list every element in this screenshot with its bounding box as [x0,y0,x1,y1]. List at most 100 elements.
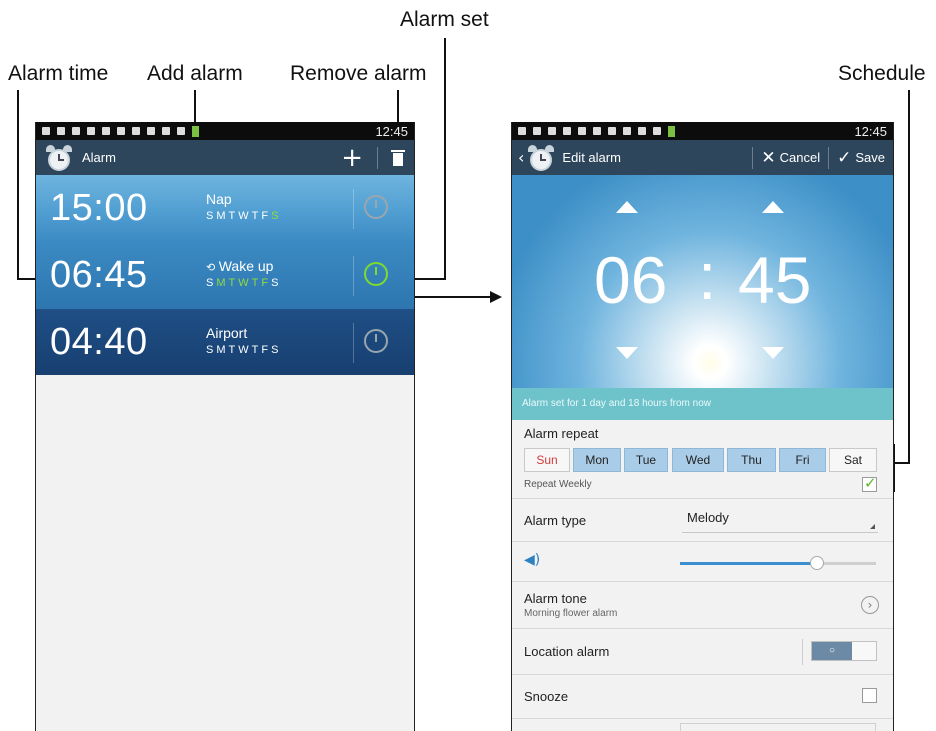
volume-row: ◀) [512,542,893,582]
day-letter: T [251,210,262,222]
check-icon: ✓ [837,147,852,168]
minute-display[interactable]: 45 [738,242,811,318]
volume-slider[interactable] [680,556,876,570]
repeat-weekly-checkbox[interactable] [862,474,877,492]
callout-alarm-time: Alarm time [8,62,109,85]
alarm-type-select[interactable]: Melody [682,505,878,533]
day-button-fri[interactable]: Fri [779,448,826,472]
alarm-name: Nap [206,191,232,207]
minute-down-arrow-icon[interactable] [762,347,784,359]
day-letter: W [238,277,252,289]
day-button-tue[interactable]: Tue [624,448,668,472]
leader-schedule-v [908,90,910,464]
location-alarm-row: Location alarm ○ [512,629,893,675]
day-letter: S [206,344,217,356]
app-title: Alarm [82,150,116,165]
minute-up-arrow-icon[interactable] [762,201,784,213]
alarm-time: 04:40 [50,321,148,363]
chevron-right-icon[interactable]: › [861,596,879,614]
day-letter: W [238,210,252,222]
alarm-item-wake-up[interactable]: 06:45 ⟲ Wake up SMTWTFS [36,242,414,309]
edit-header: ‹ Edit alarm ✕ Cancel ✓ Save [512,140,893,175]
alarm-tone-label: Alarm tone [524,591,587,606]
day-letter: W [238,344,252,356]
back-chevron-icon[interactable]: ‹ [518,148,524,167]
edit-alarm-screen: 12:45 ‹ Edit alarm ✕ Cancel ✓ Save 06 : … [511,122,894,731]
alarm-repeat-label: Alarm repeat [524,426,599,441]
day-letter: T [228,344,239,356]
next-setting-row [512,719,893,731]
hour-up-arrow-icon[interactable] [616,201,638,213]
alarm-days: SMTWTFS [206,277,281,289]
day-letter: F [261,277,272,289]
transition-arrow-head [490,291,502,303]
status-time: 12:45 [375,123,408,139]
alarm-repeat-section: Alarm repeat Sun Mon Tue Wed Thu Fri Sat Repea… [512,420,893,499]
status-bar: 12:45 [512,122,893,140]
alarm-item-airport[interactable]: 04:40 Airport SMTWTFS [36,309,414,375]
volume-slider-fill [680,562,817,565]
alarm-toggle-icon[interactable] [364,195,388,219]
alarm-set-message: Alarm set for 1 day and 18 hours from no… [512,388,893,420]
hour-down-arrow-icon[interactable] [616,347,638,359]
volume-icon: ◀) [524,552,541,568]
day-letter: M [216,344,229,356]
save-button[interactable]: ✓ Save [829,148,893,168]
snooze-checkbox[interactable] [862,688,877,703]
day-letter: F [261,344,272,356]
day-button-wed[interactable]: Wed [672,448,724,472]
close-icon: ✕ [761,147,776,168]
snooze-row: Snooze [512,675,893,719]
day-button-sun[interactable]: Sun [524,448,570,472]
alarm-toggle-icon[interactable] [364,262,388,286]
day-letter: M [216,210,229,222]
volume-slider-thumb[interactable] [810,556,824,570]
leader-alarm-set-v [444,38,446,280]
alarm-tone-row[interactable]: Alarm tone Morning flower alarm › [512,582,893,629]
divider [377,146,378,169]
day-letter: T [228,277,239,289]
day-letter: T [251,344,262,356]
day-letter: T [228,210,239,222]
day-letter: S [206,277,217,289]
day-button-sat[interactable]: Sat [829,448,877,472]
battery-icon [192,125,199,137]
cancel-button[interactable]: ✕ Cancel [753,148,828,168]
location-alarm-toggle[interactable]: ○ [811,641,877,661]
trash-icon [393,152,403,166]
time-separator: : [698,239,717,313]
alarm-time: 06:45 [50,254,148,296]
day-button-mon[interactable]: Mon [573,448,621,472]
alarm-list-screen: 12:45 Alarm + 15:00 Nap SMTWTFS 06:45 ⟲ … [35,122,415,731]
leader-alarm-set-h [410,278,446,280]
callout-remove-alarm: Remove alarm [290,62,427,85]
day-letter: T [251,277,262,289]
alarm-type-row: Alarm type Melody [512,499,893,542]
location-alarm-label: Location alarm [524,644,610,659]
leader-alarm-time-v [17,90,19,280]
dropdown-corner-icon [870,524,875,529]
app-header: Alarm + [36,140,414,175]
repeat-weekly-label: Repeat Weekly [524,479,592,490]
alarm-name: Airport [206,325,248,341]
remove-alarm-button[interactable] [391,149,405,166]
leader-schedule-h [893,462,910,464]
day-letter: F [261,210,272,222]
alarm-days: SMTWTFS [206,344,281,356]
day-button-thu[interactable]: Thu [727,448,776,472]
callout-add-alarm: Add alarm [147,62,243,85]
alarm-item-nap[interactable]: 15:00 Nap SMTWTFS [36,175,414,242]
add-alarm-button[interactable]: + [341,145,363,171]
day-letter: S [271,344,282,356]
alarm-time: 15:00 [50,187,148,229]
hour-display[interactable]: 06 [594,242,667,318]
snooze-label: Snooze [524,689,569,704]
status-bar: 12:45 [36,122,414,140]
alarm-clock-icon [528,144,555,171]
transition-arrow-line [404,296,492,298]
day-letter: S [206,210,217,222]
status-time: 12:45 [854,123,887,139]
alarm-toggle-icon[interactable] [364,329,388,353]
alarm-clock-icon [46,144,72,171]
battery-icon [668,125,675,137]
